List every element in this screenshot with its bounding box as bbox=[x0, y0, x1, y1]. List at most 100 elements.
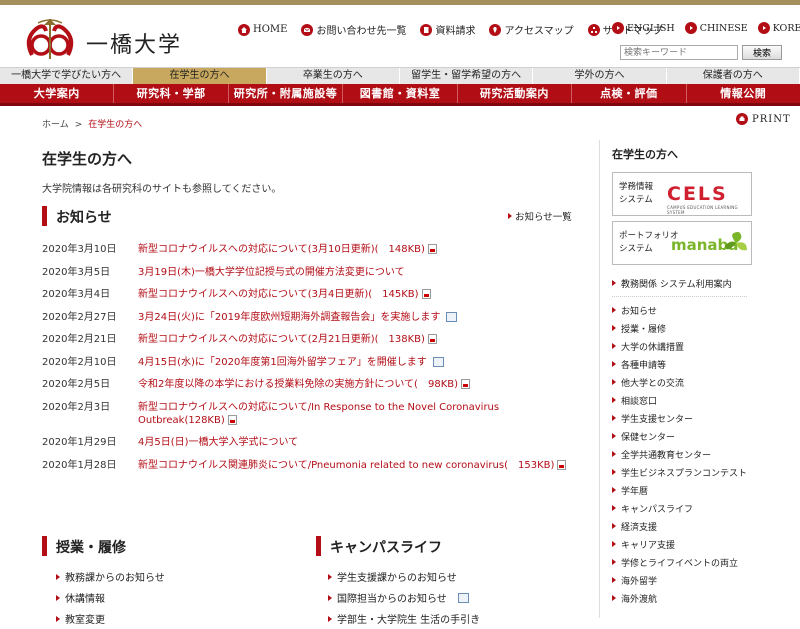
sidebar-item-system-guide[interactable]: 教務関係 システム利用案内 bbox=[612, 274, 747, 292]
pdf-icon bbox=[427, 244, 437, 254]
sidebar-item[interactable]: 学修とライフイベントの両立 bbox=[612, 553, 747, 571]
manaba-label-line1: ポートフォリオ bbox=[619, 231, 679, 241]
sidebar-item[interactable]: 学生ビジネスプランコンテスト bbox=[612, 463, 747, 481]
news-title-link[interactable]: 新型コロナウイルスへの対応について/In Response to the Nov… bbox=[138, 402, 499, 426]
sidebar-item[interactable]: 各種申請等 bbox=[612, 355, 747, 373]
news-date: 2020年2月5日 bbox=[42, 379, 111, 390]
audience-alumni[interactable]: 卒業生の方へ bbox=[267, 68, 400, 84]
manaba-banner[interactable]: ポートフォリオ システム manaba bbox=[612, 221, 752, 265]
main-nav-institutes[interactable]: 研究所・附属施設等 bbox=[229, 84, 344, 103]
news-title-link[interactable]: 4月5日(日)一橋大学入学式について bbox=[138, 437, 298, 448]
news-title-link[interactable]: 3月19日(木)一橋大学学位記授与式の開催方法変更について bbox=[138, 267, 405, 278]
news-title-link[interactable]: 4月15日(水)に「2020年度第1回海外留学フェア」を開催します bbox=[138, 357, 427, 368]
campus-item[interactable]: 学部生・大学院生 生活の手引き bbox=[328, 608, 480, 629]
manaba-leaf-icon bbox=[725, 232, 747, 251]
arrow-right-icon bbox=[757, 22, 770, 34]
search-button[interactable]: 検索 bbox=[742, 45, 782, 60]
triangle-right-icon bbox=[508, 213, 512, 219]
lang-chinese[interactable]: CHINESE bbox=[684, 22, 748, 34]
cels-logo-sub: CAMPUS EDUCATION LEARNING SYSTEM bbox=[667, 205, 738, 215]
classes-item[interactable]: 教務課からのお知らせ bbox=[56, 566, 165, 587]
sidebar-item[interactable]: 大学の休講措置 bbox=[612, 337, 747, 355]
triangle-right-icon bbox=[612, 397, 616, 403]
audience-nav: 一橋大学で学びたい方へ 在学生の方へ 卒業生の方へ 留学生・留学希望の方へ 学外… bbox=[0, 67, 800, 84]
news-title-link[interactable]: 新型コロナウイルスへの対応について(2月21日更新)( 138KB) bbox=[138, 334, 425, 345]
sidebar-item-label: 大学の休講措置 bbox=[621, 342, 685, 353]
main-nav-schools[interactable]: 研究科・学部 bbox=[114, 84, 229, 103]
classes-item[interactable]: 休講情報 bbox=[56, 587, 165, 608]
triangle-right-icon bbox=[612, 325, 616, 331]
sidebar-item[interactable]: キャンパスライフ bbox=[612, 499, 747, 517]
sidebar-item-label: 他大学との交流 bbox=[621, 378, 684, 389]
sidebar-item[interactable]: 保健センター bbox=[612, 427, 747, 445]
page-title: 在学生の方へ bbox=[42, 150, 133, 168]
print-button[interactable]: PRINT bbox=[736, 113, 791, 125]
sidebar-title: 在学生の方へ bbox=[612, 148, 678, 161]
audience-parents[interactable]: 保護者の方へ bbox=[667, 68, 800, 84]
sidebar-item[interactable]: 学年暦 bbox=[612, 481, 747, 499]
news-title-link[interactable]: 令和2年度以降の本学における授業料免除の実施方針について( 98KB) bbox=[138, 379, 458, 390]
pdf-icon bbox=[461, 379, 471, 389]
campus-item[interactable]: 学生支援課からのお知らせ bbox=[328, 566, 480, 587]
lang-korean-label: KOREAN bbox=[772, 22, 800, 34]
main-nav-research[interactable]: 研究活動案内 bbox=[458, 84, 573, 103]
lang-english[interactable]: ENGLISH bbox=[612, 22, 675, 34]
home-link[interactable]: HOME bbox=[238, 22, 287, 37]
page-intro: 大学院情報は各研究科のサイトも参照してください。 bbox=[42, 184, 282, 195]
triangle-right-icon bbox=[612, 487, 616, 493]
search-input[interactable] bbox=[620, 45, 738, 60]
university-logo-icon[interactable] bbox=[22, 15, 78, 63]
sidebar-item[interactable]: 全学共通教育センター bbox=[612, 445, 747, 463]
campus-item[interactable]: 国際担当からのお知らせ bbox=[328, 587, 480, 608]
triangle-right-icon bbox=[328, 594, 332, 601]
campus-list: 学生支援課からのお知らせ 国際担当からのお知らせ 学部生・大学院生 生活の手引き bbox=[328, 566, 480, 629]
document-icon bbox=[457, 592, 469, 603]
news-title-link[interactable]: 3月24日(火)に「2019年度欧州短期海外調査報告会」を実施します bbox=[138, 312, 440, 323]
breadcrumb-separator: > bbox=[74, 120, 83, 130]
sidebar-item[interactable]: 他大学との交流 bbox=[612, 373, 747, 391]
audience-current-students[interactable]: 在学生の方へ bbox=[133, 68, 267, 84]
request-docs-link[interactable]: 資料請求 bbox=[420, 22, 475, 37]
pdf-icon bbox=[557, 459, 567, 470]
utility-links: HOME お問い合わせ先一覧 資料請求 アクセスマップ サイトマップ bbox=[238, 22, 663, 37]
sidebar-item[interactable]: お知らせ bbox=[612, 301, 747, 319]
contact-link[interactable]: お問い合わせ先一覧 bbox=[301, 22, 406, 37]
triangle-right-icon bbox=[56, 594, 60, 601]
sidebar-item[interactable]: 経済支援 bbox=[612, 517, 747, 535]
news-title-link[interactable]: 新型コロナウイルスへの対応について(3月4日更新)( 145KB) bbox=[138, 289, 419, 300]
breadcrumb-home[interactable]: ホーム bbox=[42, 120, 69, 130]
news-title-link[interactable]: 新型コロナウイルス関連肺炎について/Pneumonia related to n… bbox=[138, 460, 554, 471]
cels-label-line1: 学務情報 bbox=[619, 182, 654, 192]
news-list-link[interactable]: お知らせ一覧 bbox=[508, 209, 572, 223]
sidebar-item[interactable]: 海外渡航 bbox=[612, 589, 747, 607]
site-title[interactable]: 一橋大学 bbox=[86, 27, 182, 59]
sidebar-item[interactable]: 学生支援センター bbox=[612, 409, 747, 427]
sidebar-item[interactable]: 海外留学 bbox=[612, 571, 747, 589]
request-docs-label: 資料請求 bbox=[435, 26, 476, 37]
lang-chinese-label: CHINESE bbox=[699, 22, 748, 34]
classes-item-label: 休講情報 bbox=[65, 594, 105, 605]
audience-international[interactable]: 留学生・留学希望の方へ bbox=[400, 68, 534, 84]
breadcrumb-current: 在学生の方へ bbox=[88, 120, 143, 130]
campus-item-label: 国際担当からのお知らせ bbox=[337, 594, 447, 605]
triangle-right-icon bbox=[612, 577, 616, 583]
access-map-link[interactable]: アクセスマップ bbox=[489, 22, 574, 37]
triangle-right-icon bbox=[612, 361, 616, 367]
triangle-right-icon bbox=[612, 379, 616, 385]
sidebar-item[interactable]: 授業・履修 bbox=[612, 319, 747, 337]
news-title-link[interactable]: 新型コロナウイルスへの対応について(3月10日更新)( 148KB) bbox=[138, 244, 425, 255]
audience-prospective[interactable]: 一橋大学で学びたい方へ bbox=[0, 68, 134, 84]
lang-korean[interactable]: KOREAN bbox=[757, 22, 800, 34]
main-nav-disclosure[interactable]: 情報公開 bbox=[687, 84, 800, 103]
cels-logo: CELS bbox=[667, 183, 728, 205]
column-divider bbox=[599, 140, 600, 618]
sidebar-item[interactable]: 相談窓口 bbox=[612, 391, 747, 409]
main-nav-about[interactable]: 大学案内 bbox=[0, 84, 115, 103]
cels-banner[interactable]: 学務情報 システム CELS CAMPUS EDUCATION LEARNING … bbox=[612, 172, 752, 216]
sidebar-item[interactable]: キャリア支援 bbox=[612, 535, 747, 553]
main-nav-library[interactable]: 図書館・資料室 bbox=[343, 84, 458, 103]
main-nav-evaluation[interactable]: 点検・評価 bbox=[572, 84, 687, 103]
classes-item[interactable]: 教室変更 bbox=[56, 608, 165, 629]
news-date: 2020年1月29日 bbox=[42, 437, 117, 448]
audience-external[interactable]: 学外の方へ bbox=[533, 68, 667, 84]
